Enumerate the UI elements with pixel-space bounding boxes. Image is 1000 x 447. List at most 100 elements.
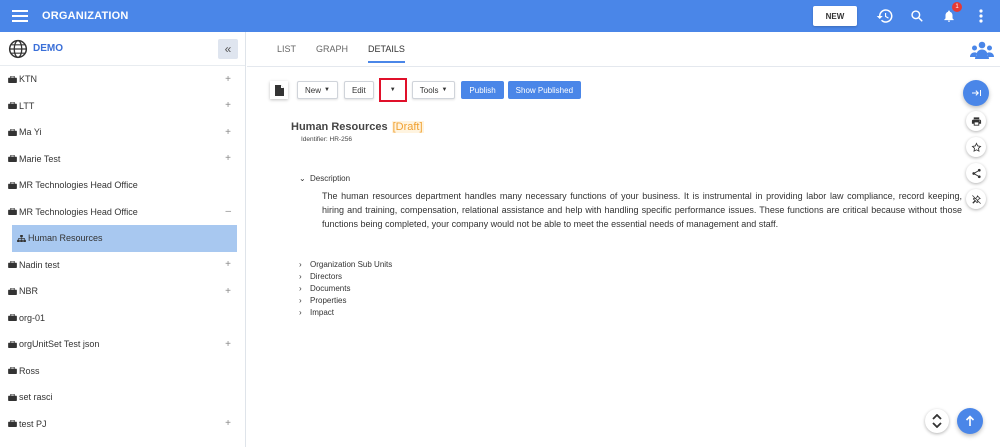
detail-section-toggle[interactable]: › Documents (299, 284, 350, 293)
description-section-toggle[interactable]: ⌄ Description (299, 174, 350, 183)
briefcase-icon (8, 314, 17, 322)
identifier-text: Identifier: HR-256 (301, 136, 352, 143)
detail-section-toggle[interactable]: › Organization Sub Units (299, 260, 392, 269)
bell-icon[interactable]: 1 (940, 2, 962, 25)
sidebar-item[interactable]: MR Technologies Head Office (0, 172, 245, 199)
expand-toggle[interactable]: + (225, 100, 231, 111)
sidebar-item[interactable]: Ross (0, 358, 245, 385)
tools-dropdown-button[interactable]: Tools ▼ (411, 81, 456, 99)
star-icon (971, 141, 981, 152)
tab-details[interactable]: DETAILS (368, 44, 405, 63)
pin-off-icon (971, 194, 981, 204)
sidebar-item-label: LTT (19, 100, 35, 111)
sidebar-item[interactable]: orgUnitSet Test json + (0, 331, 245, 358)
people-icon[interactable] (970, 40, 994, 60)
sidebar-item[interactable]: Marie Test + (0, 146, 245, 173)
sidebar-item-label: set rasci (19, 392, 53, 403)
briefcase-icon (8, 393, 17, 401)
app-title: ORGANIZATION (42, 10, 129, 22)
sidebar-item[interactable]: test PJ + (0, 411, 245, 438)
notification-badge: 1 (952, 2, 962, 12)
new-button[interactable]: NEW (813, 6, 857, 26)
expand-toggle[interactable]: + (225, 153, 231, 164)
favorite-button[interactable] (966, 137, 986, 157)
briefcase-icon (8, 420, 17, 428)
share-button[interactable] (966, 163, 986, 183)
briefcase-icon (8, 367, 17, 375)
expand-toggle[interactable]: + (225, 74, 231, 85)
publish-button[interactable]: Publish (461, 81, 504, 99)
briefcase-icon (8, 102, 17, 110)
sidebar-item[interactable]: Human Resources (12, 225, 237, 252)
collapse-right-icon (972, 90, 981, 96)
sidebar-item-label: KTN (19, 74, 37, 85)
expand-toggle[interactable]: + (225, 127, 231, 138)
page-title: Human Resources (291, 121, 388, 133)
sidebar-item-label: test PJ (19, 418, 47, 429)
top-app-bar: ORGANIZATION NEW 1 (0, 0, 1000, 32)
detail-section-toggle[interactable]: › Impact (299, 308, 334, 317)
tabs-divider (247, 66, 1000, 67)
detail-section-toggle[interactable]: › Directors (299, 272, 342, 281)
org-name: DEMO (33, 43, 63, 54)
sidebar-item[interactable]: NBR + (0, 278, 245, 305)
expand-toggle[interactable]: – (225, 206, 231, 217)
sidebar-header: DEMO « (0, 32, 245, 66)
hamburger-icon[interactable] (12, 10, 28, 22)
sidebar-item-label: Marie Test (19, 153, 61, 164)
scroll-toggle-button[interactable] (925, 409, 949, 433)
globe-icon (8, 39, 28, 58)
caret-down-icon: ▼ (389, 87, 396, 93)
sidebar-item[interactable]: Nadin test + (0, 252, 245, 279)
sidebar-item-label: Nadin test (19, 259, 60, 270)
tab-graph[interactable]: GRAPH (316, 44, 348, 63)
sidebar-item-label: Ma Yi (19, 127, 42, 138)
unpin-button[interactable] (966, 189, 986, 209)
show-published-button[interactable]: Show Published (507, 81, 582, 99)
collapse-sidebar-button[interactable]: « (218, 39, 238, 59)
chevron-right-icon: › (299, 260, 302, 269)
expand-toggle[interactable]: + (225, 339, 231, 350)
history-icon[interactable] (876, 7, 894, 25)
sidebar: DEMO « KTN + LTT + Ma Yi + Marie Test + MR Techn… (0, 32, 246, 447)
expand-toggle[interactable]: + (225, 259, 231, 270)
sidebar-item-label: Ross (19, 365, 40, 376)
sidebar-item-label: MR Technologies Head Office (19, 206, 138, 217)
toggle-actions-button[interactable] (963, 80, 989, 106)
main-content: LIST GRAPH DETAILS New ▼ Edit ▼ Tools ▼ Pu… (247, 32, 1000, 447)
edit-dropdown-toggle[interactable]: ▼ (383, 81, 402, 99)
hierarchy-icon (17, 234, 26, 242)
new-dropdown-button[interactable]: New ▼ (297, 81, 338, 99)
chevron-down-icon: ⌄ (299, 174, 306, 183)
edit-button[interactable]: Edit (343, 81, 374, 99)
chevron-right-icon: › (299, 296, 302, 305)
briefcase-icon (8, 128, 17, 136)
chevron-double-left-icon: « (224, 42, 232, 56)
tab-list[interactable]: LIST (277, 44, 296, 63)
sidebar-item[interactable]: org-01 (0, 305, 245, 332)
sidebar-item[interactable]: MR Technologies Head Office – (0, 199, 245, 226)
arrow-up-icon (965, 415, 975, 426)
details-title-row: Human Resources [Draft] (291, 121, 424, 133)
sidebar-item[interactable]: Ma Yi + (0, 119, 245, 146)
print-button[interactable] (966, 111, 986, 131)
scroll-top-button[interactable] (957, 408, 983, 434)
expand-toggle[interactable]: + (225, 286, 231, 297)
search-icon[interactable] (908, 7, 926, 25)
document-button[interactable] (270, 81, 288, 99)
briefcase-icon (8, 340, 17, 348)
briefcase-icon (8, 287, 17, 295)
caret-down-icon: ▼ (324, 87, 330, 93)
briefcase-icon (8, 155, 17, 163)
sidebar-item[interactable]: LTT + (0, 93, 245, 120)
more-vert-icon[interactable] (972, 7, 990, 25)
sidebar-item[interactable]: set rasci (0, 384, 245, 411)
sidebar-item-label: orgUnitSet Test json (19, 339, 100, 350)
expand-toggle[interactable]: + (225, 418, 231, 429)
view-tabs: LIST GRAPH DETAILS (277, 44, 425, 63)
unfold-icon (932, 414, 942, 428)
sidebar-item[interactable]: KTN + (0, 66, 245, 93)
document-icon (274, 84, 284, 96)
detail-section-toggle[interactable]: › Properties (299, 296, 346, 305)
chevron-right-icon: › (299, 284, 302, 293)
